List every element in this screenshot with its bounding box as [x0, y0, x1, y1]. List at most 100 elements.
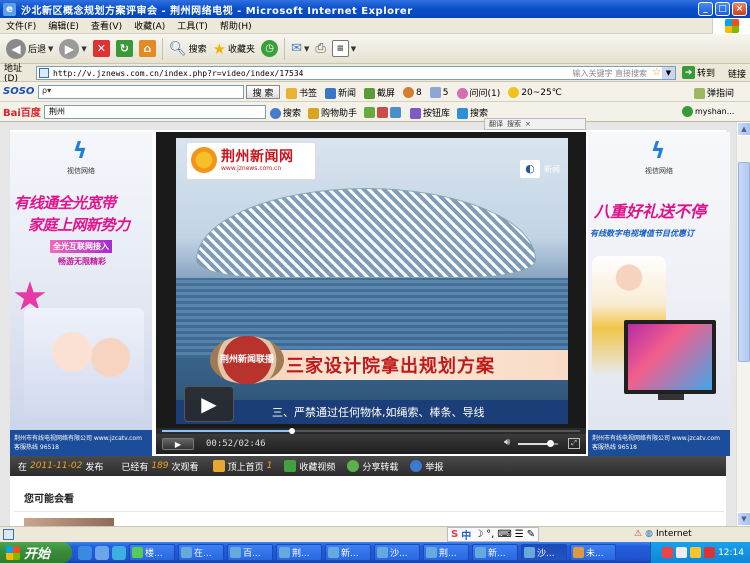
- links-button[interactable]: 链接: [728, 67, 746, 80]
- ime-mode[interactable]: 中: [461, 527, 471, 542]
- stop-button[interactable]: ✕: [92, 40, 110, 57]
- share-button[interactable]: 分享转载: [347, 460, 398, 473]
- volume-icon[interactable]: 🔊︎: [504, 437, 510, 448]
- baidu-logo[interactable]: Bai百度: [3, 104, 41, 119]
- tray-app-icon[interactable]: [662, 547, 674, 558]
- address-dropdown-icon[interactable]: ▼: [662, 67, 675, 79]
- refresh-button[interactable]: ↻: [115, 40, 133, 57]
- soso-wenwen-button[interactable]: 问问(1): [456, 86, 500, 99]
- task-button[interactable]: 新...: [472, 544, 518, 561]
- menu-favorites[interactable]: 收藏(A): [128, 19, 171, 32]
- soso-5-button[interactable]: 5: [429, 86, 449, 98]
- ime-settings-icon[interactable]: ✎: [527, 529, 535, 540]
- favorite-video-button[interactable]: 收藏视频: [284, 460, 335, 473]
- menu-edit[interactable]: 编辑(E): [42, 19, 85, 32]
- video-player[interactable]: 荆州新闻网 www.jznews.com.cn ◐ 新闻 荆州新闻联播 三家设计…: [156, 132, 586, 454]
- favorites-button[interactable]: ★ 收藏夹: [213, 40, 255, 58]
- baidu-plugin-icons[interactable]: [364, 106, 403, 118]
- scroll-thumb[interactable]: [738, 162, 750, 362]
- bookmark-star-icon[interactable]: ☆: [652, 67, 661, 78]
- right-slogan-line2: 有线数字电视增值节目优惠订: [590, 229, 694, 238]
- soso-bookmark-button[interactable]: 书签: [286, 86, 317, 99]
- task-button[interactable]: 荆...: [423, 544, 469, 561]
- media-quicklaunch-icon[interactable]: [112, 545, 126, 560]
- ime-keyboard-icon[interactable]: ⌨: [497, 529, 511, 540]
- soso-news-button[interactable]: 新闻: [325, 86, 356, 99]
- tray-security-icon[interactable]: [704, 547, 716, 558]
- soso-screenshot-button[interactable]: 截屏: [364, 86, 395, 99]
- task-button[interactable]: 未...: [570, 544, 616, 561]
- big-play-button[interactable]: ▶: [184, 386, 234, 422]
- mail-button[interactable]: ✉ ▼: [291, 41, 309, 56]
- video-frame[interactable]: 荆州新闻网 www.jznews.com.cn ◐ 新闻 荆州新闻联播 三家设计…: [176, 138, 568, 424]
- ie-quicklaunch-icon[interactable]: [78, 545, 92, 560]
- home-button[interactable]: ⌂: [138, 40, 156, 57]
- close-icon[interactable]: ×: [525, 120, 531, 128]
- scroll-up-icon[interactable]: ▲: [737, 122, 750, 136]
- baidu-account[interactable]: myshan...: [682, 106, 734, 117]
- menu-help[interactable]: 帮助(H): [214, 19, 258, 32]
- floating-widget[interactable]: 翻译 搜索 ×: [484, 118, 586, 130]
- maximize-button[interactable]: □: [715, 2, 730, 16]
- baidu-button-library[interactable]: 按钮库: [410, 106, 450, 119]
- desktop-quicklaunch-icon[interactable]: [95, 545, 109, 560]
- ime-punct-icon[interactable]: °,: [486, 529, 494, 540]
- widget-search[interactable]: 搜索: [507, 119, 521, 129]
- task-button[interactable]: 楼...: [129, 544, 175, 561]
- baidu-shopping-button[interactable]: 购物助手: [308, 106, 357, 119]
- page-body: ϟ 视信网络 有线通全光宽带 家庭上网新势力 全光互联网接入 畅游无限精彩 ★ …: [10, 130, 730, 526]
- search-button[interactable]: 🔍︎ 搜索: [169, 41, 207, 57]
- progress-track[interactable]: [162, 428, 580, 434]
- minimize-button[interactable]: _: [698, 2, 713, 16]
- edit-button[interactable]: ≡ ▼: [331, 40, 356, 57]
- tray-network-icon[interactable]: [676, 547, 688, 558]
- task-button[interactable]: 百...: [227, 544, 273, 561]
- menu-tools[interactable]: 工具(T): [171, 19, 214, 32]
- task-button[interactable]: 在...: [178, 544, 224, 561]
- ime-menu-icon[interactable]: ☰: [515, 529, 524, 540]
- toolbar-separator: [161, 37, 163, 60]
- top-home-button[interactable]: 顶上首页 1: [212, 460, 272, 473]
- task-button-active[interactable]: 沙...: [521, 544, 567, 561]
- right-ad-banner[interactable]: ϟ 视信网络 八重好礼送不停 有线数字电视增值节目优惠订 荆州市有线电视网络有限…: [588, 132, 730, 456]
- print-button[interactable]: ⎙: [315, 41, 325, 56]
- close-button[interactable]: ×: [732, 2, 747, 16]
- task-button[interactable]: 沙...: [374, 544, 420, 561]
- baidu-search-input[interactable]: 荆州: [44, 105, 266, 119]
- baidu-search2-button[interactable]: 搜索: [457, 106, 488, 119]
- soso-search-button[interactable]: 搜 索: [246, 85, 280, 99]
- address-input[interactable]: http://v.jznews.com.cn/index.php?r=video…: [36, 66, 676, 80]
- tray-clock[interactable]: 12:14: [718, 548, 744, 558]
- volume-handle[interactable]: [547, 440, 554, 447]
- back-button[interactable]: ◀ 后退 ▼: [6, 38, 53, 59]
- ime-toolbar[interactable]: S 中 ☽ °, ⌨ ☰ ✎: [447, 527, 540, 542]
- volume-slider[interactable]: [518, 440, 558, 447]
- start-button[interactable]: 开始: [0, 542, 72, 563]
- vertical-scrollbar[interactable]: ▲ ▼: [736, 122, 750, 526]
- soso-tanzhijian-button[interactable]: 弹指间: [694, 86, 734, 99]
- soso-8-button[interactable]: 8: [403, 86, 422, 98]
- widget-translate[interactable]: 翻译: [489, 119, 503, 129]
- task-button[interactable]: 荆...: [276, 544, 322, 561]
- fullscreen-icon[interactable]: ⤢: [568, 438, 580, 449]
- ime-moon-icon[interactable]: ☽: [474, 529, 483, 540]
- forward-button[interactable]: ▶ ▼: [59, 38, 87, 59]
- menu-view[interactable]: 查看(V): [85, 19, 128, 32]
- task-button[interactable]: 新...: [325, 544, 371, 561]
- soso-search-input[interactable]: ρ▾: [38, 85, 244, 99]
- left-ad-banner[interactable]: ϟ 视信网络 有线通全光宽带 家庭上网新势力 全光互联网接入 畅游无限精彩 ★ …: [10, 132, 152, 456]
- scroll-down-icon[interactable]: ▼: [737, 512, 750, 526]
- soso-weather[interactable]: 20~25℃: [508, 86, 562, 98]
- tray-volume-icon[interactable]: [690, 547, 702, 558]
- history-button[interactable]: ◷: [261, 40, 279, 57]
- menu-file[interactable]: 文件(F): [0, 19, 42, 32]
- recommend-thumbnail[interactable]: [24, 518, 114, 526]
- title-bar[interactable]: e 沙北新区概念规划方案评审会 - 荆州网络电视 - Microsoft Int…: [0, 0, 750, 18]
- soso-logo[interactable]: SOSO: [3, 86, 34, 97]
- go-button[interactable]: ➜ 转到: [682, 66, 715, 79]
- site-logo-url: www.jznews.com.cn: [221, 165, 282, 172]
- report-button[interactable]: 举报: [410, 460, 443, 473]
- baidu-search-button[interactable]: 搜索: [270, 106, 301, 119]
- address-bar: 地址(D) http://v.jznews.com.cn/index.php?r…: [0, 64, 750, 84]
- play-pause-button[interactable]: ▶: [162, 438, 194, 450]
